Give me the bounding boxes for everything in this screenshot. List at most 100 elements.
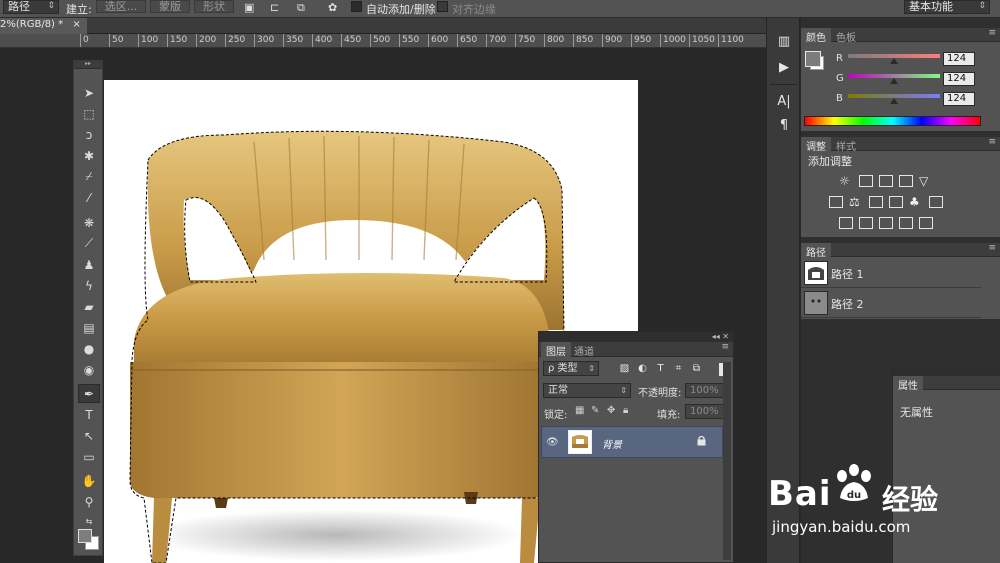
tab-channels[interactable]: 通道 — [569, 342, 599, 358]
layer-filter-select[interactable]: ρ 类型 ⇕ — [543, 361, 599, 376]
tab-swatches[interactable]: 色板 — [831, 28, 861, 44]
history-brush-tool-icon[interactable]: ϟ — [78, 276, 100, 295]
photo-filter-icon[interactable] — [889, 196, 903, 208]
auto-add-delete-label: 自动添加/删除 — [366, 3, 436, 16]
align-edges-checkbox[interactable] — [437, 1, 448, 12]
tab-styles[interactable]: 样式 — [831, 137, 861, 153]
type-tool-icon[interactable]: T — [78, 405, 100, 424]
blur-tool-icon[interactable]: ● — [78, 339, 100, 358]
layer-row-background[interactable]: 👁︎ 背景 — [541, 426, 723, 458]
close-icon[interactable]: × — [72, 19, 80, 30]
lock-brush-icon[interactable]: ✎ — [591, 405, 599, 416]
tab-color[interactable]: 颜色 — [801, 28, 831, 44]
r-slider-knob[interactable] — [890, 58, 898, 64]
actions-play-icon[interactable]: ▶ — [773, 58, 795, 78]
filter-adjustment-icon[interactable]: ◐ — [637, 363, 648, 374]
gear-icon[interactable]: ✿ — [328, 1, 337, 14]
lock-all-icon[interactable]: 🔒︎ — [623, 405, 628, 416]
brush-tool-icon[interactable]: ⟋ — [78, 234, 100, 253]
rectangle-tool-icon[interactable]: ▭ — [78, 447, 100, 466]
clone-stamp-tool-icon[interactable]: ♟ — [78, 255, 100, 274]
hand-tool-icon[interactable]: ✋ — [78, 471, 100, 490]
zoom-tool-icon[interactable]: ⚲ — [78, 492, 100, 511]
r-slider[interactable] — [848, 54, 940, 64]
panel-menu-icon[interactable]: ≡ — [988, 137, 996, 147]
levels-icon[interactable] — [859, 175, 873, 187]
color-balance-icon[interactable]: ⚖ — [849, 196, 863, 208]
vibrance-icon[interactable]: ▽ — [919, 175, 933, 187]
auto-add-delete-checkbox[interactable] — [351, 1, 362, 12]
color-lookup-icon[interactable] — [929, 196, 943, 208]
pen-tool-icon[interactable]: ✒ — [78, 384, 100, 403]
filter-pixel-icon[interactable]: ▨ — [619, 363, 630, 374]
layers-panel-titlebar[interactable]: ◂◂ ✕ — [539, 332, 733, 342]
panel-menu-icon[interactable]: ≡ — [721, 342, 729, 352]
blend-mode-select[interactable]: 正常 ⇕ — [543, 383, 631, 398]
chevron-down-icon: ⇕ — [620, 386, 627, 395]
filter-smart-object-icon[interactable]: ⧉ — [691, 363, 702, 374]
lock-position-icon[interactable]: ✥ — [607, 405, 615, 416]
posterize-icon[interactable] — [859, 217, 873, 229]
path-operations-icon[interactable]: ▣ — [244, 1, 254, 14]
tab-properties[interactable]: 属性 — [893, 376, 923, 392]
panel-menu-icon[interactable]: ≡ — [988, 28, 996, 38]
brightness-icon[interactable]: ☼ — [839, 175, 853, 187]
gradient-tool-icon[interactable]: ▤ — [78, 318, 100, 337]
paragraph-icon[interactable]: ¶ — [773, 116, 795, 136]
g-slider[interactable] — [848, 74, 940, 84]
crop-tool-icon[interactable]: ⌿ — [78, 167, 100, 186]
path-item-1[interactable]: 路径 1 — [801, 258, 981, 288]
r-value-field[interactable]: 124 — [943, 52, 975, 66]
filter-shape-icon[interactable]: ⌗ — [673, 363, 684, 374]
eraser-tool-icon[interactable]: ▰ — [78, 297, 100, 316]
b-slider-knob[interactable] — [890, 98, 898, 104]
ruler-tick: 500 — [370, 34, 390, 47]
path-arrangement-icon[interactable]: ⧉ — [297, 1, 305, 15]
make-mask-button[interactable]: 蒙版 — [150, 0, 190, 13]
selective-color-icon[interactable] — [899, 217, 913, 229]
tools-grip[interactable]: ▸▸ — [74, 61, 102, 69]
move-tool-icon[interactable]: ➤ — [78, 83, 100, 102]
dodge-tool-icon[interactable]: ◉ — [78, 360, 100, 379]
document-tab[interactable]: 2%(RGB/8) * × — [0, 18, 87, 34]
tab-paths[interactable]: 路径 — [801, 243, 831, 259]
exposure-icon[interactable] — [899, 175, 913, 187]
threshold-icon[interactable] — [879, 217, 893, 229]
ruler-tick: 700 — [486, 34, 506, 47]
eyedropper-tool-icon[interactable]: ⁄ — [78, 188, 100, 207]
panel-menu-icon[interactable]: ≡ — [988, 243, 996, 253]
character-icon[interactable]: A| — [773, 92, 795, 112]
history-icon[interactable]: ▥ — [773, 32, 795, 52]
layers-scrollbar[interactable] — [723, 362, 731, 560]
invert-icon[interactable] — [839, 217, 853, 229]
workspace-select[interactable]: 基本功能 ⇕ — [904, 0, 990, 14]
g-value-field[interactable]: 124 — [943, 72, 975, 86]
gradient-map-icon[interactable] — [919, 217, 933, 229]
make-selection-button[interactable]: 选区... — [96, 0, 146, 13]
lock-pixels-icon[interactable]: ▦ — [575, 405, 584, 416]
fg-color-chip[interactable] — [805, 51, 821, 67]
magic-wand-tool-icon[interactable]: ✱ — [78, 146, 100, 165]
tool-mode-select[interactable]: 路径 ⇕ — [3, 0, 59, 14]
black-white-icon[interactable] — [869, 196, 883, 208]
filter-type-icon[interactable]: T — [655, 363, 666, 374]
lasso-tool-icon[interactable]: ↄ — [78, 125, 100, 144]
color-spectrum-bar[interactable] — [804, 116, 981, 126]
foreground-color-swatch[interactable] — [78, 529, 92, 543]
path-alignment-icon[interactable]: ⊏ — [270, 1, 279, 14]
hue-saturation-icon[interactable] — [829, 196, 843, 208]
tab-layers[interactable]: 图层 — [541, 342, 571, 358]
tab-adjustments[interactable]: 调整 — [801, 137, 831, 153]
marquee-tool-icon[interactable]: ⬚ — [78, 104, 100, 123]
g-slider-knob[interactable] — [890, 78, 898, 84]
eye-icon[interactable]: 👁︎ — [546, 437, 559, 448]
make-shape-button[interactable]: 形状 — [194, 0, 234, 13]
b-slider[interactable] — [848, 94, 940, 104]
path-item-2[interactable]: 路径 2 — [801, 288, 981, 318]
ruler-tick: 100 — [138, 34, 158, 47]
channel-mixer-icon[interactable]: ♣ — [909, 196, 923, 208]
b-value-field[interactable]: 124 — [943, 92, 975, 106]
path-selection-tool-icon[interactable]: ↖ — [78, 426, 100, 445]
healing-brush-tool-icon[interactable]: ❋ — [78, 213, 100, 232]
curves-icon[interactable] — [879, 175, 893, 187]
